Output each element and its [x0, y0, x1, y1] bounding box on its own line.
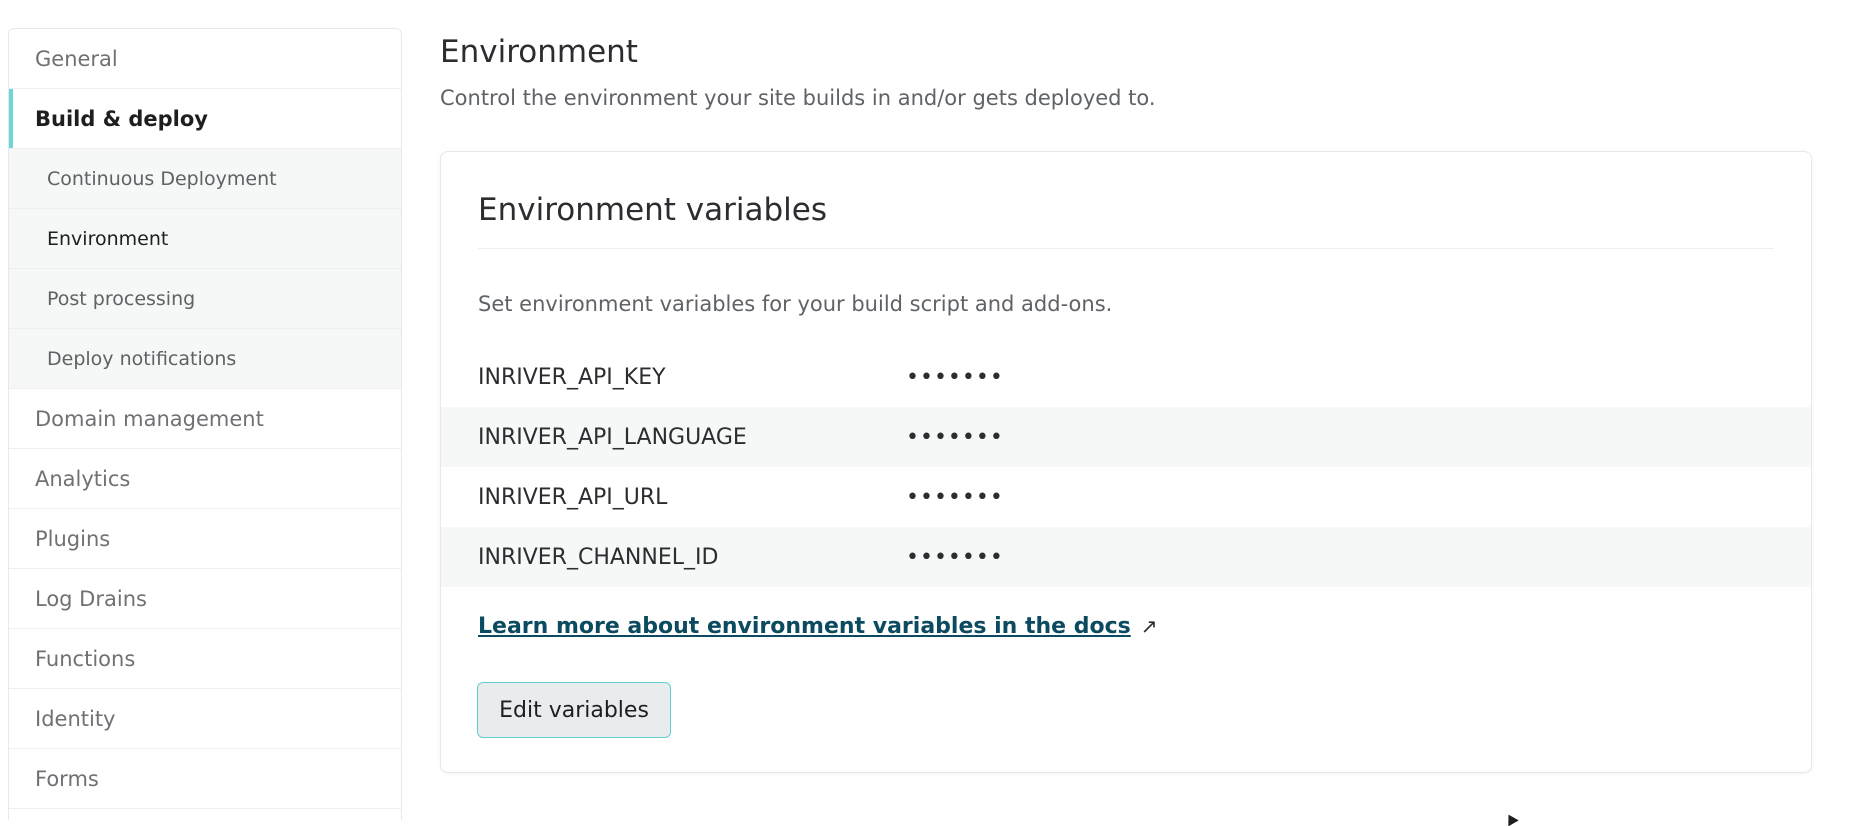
- external-link-icon: ↗: [1140, 614, 1158, 638]
- sidebar-item-plugins[interactable]: Plugins: [9, 509, 401, 569]
- docs-link-label: Learn more about environment variables i…: [478, 614, 1131, 639]
- sidebar-item-general[interactable]: General: [9, 29, 401, 89]
- settings-sidebar: General Build & deploy Continuous Deploy…: [8, 28, 402, 820]
- env-variable-row: INRIVER_API_URL •••••••: [441, 467, 1811, 527]
- env-variables-table: INRIVER_API_KEY ••••••• INRIVER_API_LANG…: [441, 347, 1811, 587]
- env-variable-row: INRIVER_CHANNEL_ID •••••••: [441, 527, 1811, 587]
- page-description: Control the environment your site builds…: [440, 86, 1156, 110]
- env-variable-row: INRIVER_API_KEY •••••••: [441, 347, 1811, 407]
- sidebar-item-identity[interactable]: Identity: [9, 689, 401, 749]
- page-title: Environment: [440, 34, 638, 70]
- sidebar-subitem-deploy-notifications[interactable]: Deploy notifications: [9, 329, 401, 389]
- sidebar-item-domain-management[interactable]: Domain management: [9, 389, 401, 449]
- env-variable-key: INRIVER_API_KEY: [478, 364, 666, 390]
- docs-link[interactable]: Learn more about environment variables i…: [478, 614, 1158, 639]
- card-title: Environment variables: [478, 192, 828, 228]
- mouse-cursor-icon: [1503, 811, 1519, 826]
- sidebar-item-analytics[interactable]: Analytics: [9, 449, 401, 509]
- env-variable-value: •••••••: [906, 364, 1004, 390]
- sidebar-subitem-environment[interactable]: Environment: [9, 209, 401, 269]
- env-variable-row: INRIVER_API_LANGUAGE •••••••: [441, 407, 1811, 467]
- sidebar-subitem-continuous-deployment[interactable]: Continuous Deployment: [9, 149, 401, 209]
- card-description: Set environment variables for your build…: [478, 292, 1113, 316]
- env-variable-value: •••••••: [906, 484, 1004, 510]
- card-divider: [478, 248, 1774, 249]
- environment-variables-card: Environment variables Set environment va…: [440, 151, 1812, 773]
- env-variable-key: INRIVER_API_LANGUAGE: [478, 424, 747, 450]
- sidebar-subitem-post-processing[interactable]: Post processing: [9, 269, 401, 329]
- sidebar-item-log-drains[interactable]: Log Drains: [9, 569, 401, 629]
- sidebar-item-forms[interactable]: Forms: [9, 749, 401, 809]
- env-variable-value: •••••••: [906, 544, 1004, 570]
- env-variable-key: INRIVER_API_URL: [478, 484, 668, 510]
- env-variable-value: •••••••: [906, 424, 1004, 450]
- sidebar-item-functions[interactable]: Functions: [9, 629, 401, 689]
- sidebar-item-build-deploy[interactable]: Build & deploy: [9, 89, 401, 149]
- edit-variables-button[interactable]: Edit variables: [477, 682, 671, 738]
- env-variable-key: INRIVER_CHANNEL_ID: [478, 544, 719, 570]
